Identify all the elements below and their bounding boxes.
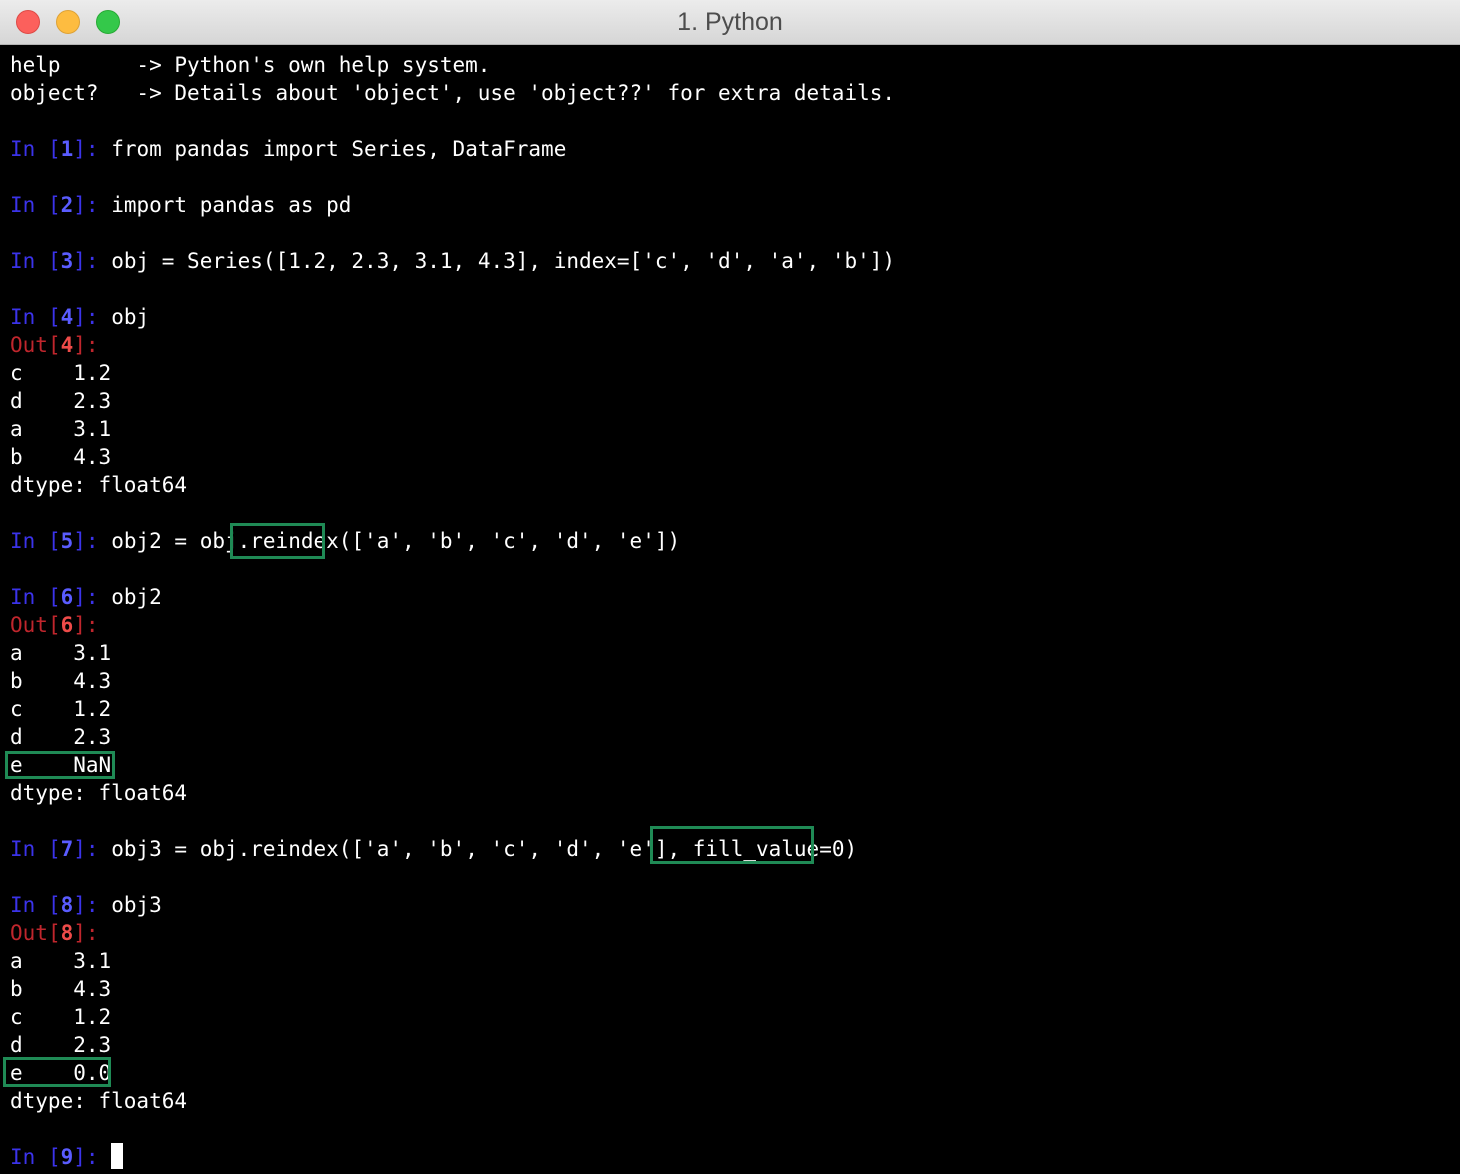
in-prompt-number: 6 — [60, 585, 74, 609]
out-prompt-label: Out — [10, 921, 48, 945]
input-code: obj3 — [111, 893, 162, 917]
output-text: dtype: float64 — [10, 473, 188, 497]
output-line: c 1.2 — [10, 695, 1450, 723]
in-prompt-number: 1 — [60, 137, 74, 161]
in-prompt-label: In — [10, 1145, 36, 1169]
in-prompt-number: 9 — [60, 1145, 74, 1169]
in-prompt-number: 3 — [60, 249, 74, 273]
output-line: a 3.1 — [10, 415, 1450, 443]
output-prompt-line: Out[6]: — [10, 613, 99, 637]
in-prompt-number: 2 — [60, 193, 74, 217]
in-prompt-label: In — [10, 137, 36, 161]
in-prompt-label: In — [10, 585, 36, 609]
output-prompt-line: Out[4]: — [10, 333, 99, 357]
output-line: dtype: float64 — [10, 779, 1450, 807]
in-prompt-number: 4 — [60, 305, 74, 329]
output-line: d 2.3 — [10, 723, 1450, 751]
active-prompt-line: In [9]: — [10, 1143, 1450, 1171]
output-line: help -> Python's own help system. — [10, 51, 1450, 79]
input-line: In [8]: obj3 — [10, 893, 162, 917]
output-line: dtype: float64 — [10, 471, 1450, 499]
output-line: e 0.0 — [10, 1059, 1450, 1087]
window-title: 1. Python — [677, 8, 783, 36]
input-line: In [2]: import pandas as pd — [10, 193, 352, 217]
terminal-window: 1. Python help -> Python's own help syst… — [0, 0, 1460, 1174]
output-text: b 4.3 — [10, 977, 112, 1001]
output-line: c 1.2 — [10, 359, 1450, 387]
input-code: from pandas import Series, DataFrame — [111, 137, 567, 161]
input-code: import pandas as pd — [111, 193, 352, 217]
highlight-box-fill-value — [650, 826, 814, 864]
output-text: object? -> Details about 'object', use '… — [10, 81, 896, 105]
output-text: d 2.3 — [10, 389, 112, 413]
output-text: help -> Python's own help system. — [10, 53, 491, 77]
output-text: dtype: float64 — [10, 781, 188, 805]
highlight-box-zero-row — [3, 1057, 111, 1087]
output-text: b 4.3 — [10, 445, 112, 469]
input-line: In [6]: obj2 — [10, 585, 162, 609]
output-line: b 4.3 — [10, 975, 1450, 1003]
in-prompt-label: In — [10, 837, 36, 861]
out-prompt-number: 4 — [60, 333, 74, 357]
in-prompt-number: 5 — [60, 529, 74, 553]
output-line: a 3.1 — [10, 947, 1450, 975]
in-prompt-label: In — [10, 193, 36, 217]
output-line: e NaN — [10, 751, 1450, 779]
output-text: c 1.2 — [10, 697, 112, 721]
output-text: d 2.3 — [10, 1033, 112, 1057]
in-prompt-label: In — [10, 305, 36, 329]
output-line: d 2.3 — [10, 1031, 1450, 1059]
output-text: c 1.2 — [10, 1005, 112, 1029]
output-text: d 2.3 — [10, 725, 112, 749]
input-code: obj = Series([1.2, 2.3, 3.1, 4.3], index… — [111, 249, 896, 273]
in-prompt-number: 8 — [60, 893, 74, 917]
input-line: In [3]: obj = Series([1.2, 2.3, 3.1, 4.3… — [10, 249, 896, 273]
in-prompt-label: In — [10, 249, 36, 273]
out-prompt-number: 8 — [60, 921, 74, 945]
in-prompt-label: In — [10, 529, 36, 553]
output-text: a 3.1 — [10, 641, 112, 665]
in-prompt-number: 7 — [60, 837, 74, 861]
output-text: a 3.1 — [10, 417, 112, 441]
output-line: a 3.1 — [10, 639, 1450, 667]
title-bar[interactable]: 1. Python — [0, 0, 1460, 45]
output-prompt-line: Out[8]: — [10, 921, 99, 945]
input-line: In [5]: obj2 = obj.reindex(['a', 'b', 'c… — [10, 529, 681, 553]
input-line: In [4]: obj — [10, 305, 150, 329]
output-line: object? -> Details about 'object', use '… — [10, 79, 1450, 107]
highlight-box-reindex — [230, 523, 325, 559]
output-line: dtype: float64 — [10, 1087, 1450, 1115]
output-text: b 4.3 — [10, 669, 112, 693]
output-line: b 4.3 — [10, 667, 1450, 695]
input-line: In [1]: from pandas import Series, DataF… — [10, 137, 567, 161]
input-code: obj — [111, 305, 150, 329]
output-text: dtype: float64 — [10, 1089, 188, 1113]
input-code: obj2 — [111, 585, 162, 609]
out-prompt-label: Out — [10, 333, 48, 357]
input-code: obj2 = obj.reindex(['a', 'b', 'c', 'd', … — [111, 529, 681, 553]
highlight-box-nan-row — [5, 751, 115, 779]
output-line: c 1.2 — [10, 1003, 1450, 1031]
output-text: a 3.1 — [10, 949, 112, 973]
output-text: c 1.2 — [10, 361, 112, 385]
output-line: b 4.3 — [10, 443, 1450, 471]
text-cursor[interactable] — [111, 1143, 124, 1169]
out-prompt-label: Out — [10, 613, 48, 637]
output-line: d 2.3 — [10, 387, 1450, 415]
terminal-output[interactable]: help -> Python's own help system. object?… — [10, 51, 1450, 1171]
in-prompt-label: In — [10, 893, 36, 917]
out-prompt-number: 6 — [60, 613, 74, 637]
